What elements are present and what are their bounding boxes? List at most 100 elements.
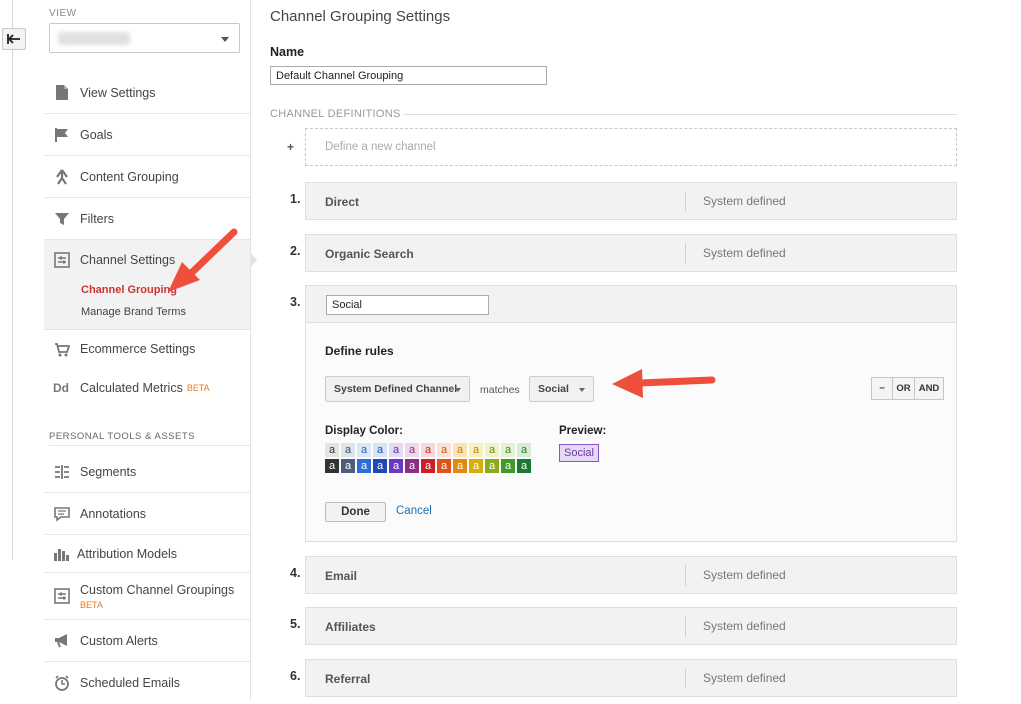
sidebar-item-filters[interactable]: Filters: [44, 198, 250, 240]
and-button[interactable]: AND: [914, 377, 944, 400]
sidebar-item-calculated-metrics[interactable]: Dd Calculated Metrics BETA: [44, 368, 250, 408]
section-divider: [49, 445, 250, 446]
or-button[interactable]: OR: [892, 377, 915, 400]
person-walk-icon: [44, 156, 80, 198]
channel-row-affiliates[interactable]: Affiliates System defined: [305, 607, 957, 645]
color-swatch[interactable]: a: [453, 443, 467, 457]
active-pointer: [250, 252, 257, 268]
color-swatch[interactable]: a: [341, 443, 355, 457]
left-rail-divider: [12, 0, 13, 560]
color-swatch[interactable]: a: [421, 459, 435, 473]
sidebar-item-segments[interactable]: Segments: [44, 451, 250, 493]
channel-editor-header: [306, 286, 956, 323]
chevron-down-icon: [455, 388, 461, 392]
color-swatch[interactable]: a: [421, 443, 435, 457]
megaphone-icon: [44, 620, 80, 662]
color-swatch[interactable]: a: [469, 443, 483, 457]
custom-channel-text: Custom Channel Groupings BETA: [80, 583, 234, 610]
channel-status: System defined: [703, 671, 786, 685]
channel-row-email[interactable]: Email System defined: [305, 556, 957, 594]
color-swatch[interactable]: a: [357, 443, 371, 457]
channel-name-input[interactable]: [326, 295, 489, 315]
color-swatch[interactable]: a: [325, 459, 339, 473]
color-swatch[interactable]: a: [469, 459, 483, 473]
back-button[interactable]: [2, 28, 26, 50]
color-swatch[interactable]: a: [517, 443, 531, 457]
flag-icon: [44, 114, 80, 156]
sidebar-item-label: Content Grouping: [80, 169, 179, 184]
channel-row-direct[interactable]: Direct System defined: [305, 182, 957, 220]
sidebar-item-content-grouping[interactable]: Content Grouping: [44, 156, 250, 198]
sidebar-item-scheduled-emails[interactable]: Scheduled Emails: [44, 662, 250, 704]
dimension-dropdown[interactable]: System Defined Channel: [325, 376, 470, 402]
channel-status: System defined: [703, 246, 786, 260]
color-swatch[interactable]: a: [405, 443, 419, 457]
remove-rule-button[interactable]: −: [871, 377, 893, 400]
sidebar-item-label: Ecommerce Settings: [80, 342, 196, 356]
sidebar-item-view-settings[interactable]: View Settings: [44, 72, 250, 114]
view-name-redacted: [58, 32, 130, 45]
color-swatch-grid: aaaaaaaaaaaaaaaaaaaaaaaaaa: [325, 443, 531, 473]
color-swatch[interactable]: a: [325, 443, 339, 457]
sidebar-item-goals[interactable]: Goals: [44, 114, 250, 156]
channel-row-organic-search[interactable]: Organic Search System defined: [305, 234, 957, 272]
display-color-label: Display Color:: [325, 425, 403, 437]
row-divider: [685, 565, 686, 586]
row-divider: [685, 191, 686, 212]
define-new-channel-button[interactable]: Define a new channel: [305, 128, 957, 166]
color-swatch[interactable]: a: [405, 459, 419, 473]
channel-number: 5.: [290, 617, 301, 631]
annotation-icon: [44, 493, 80, 535]
done-button[interactable]: Done: [325, 502, 386, 522]
color-swatch[interactable]: a: [501, 443, 515, 457]
back-arrow-icon: [7, 34, 20, 44]
color-swatch[interactable]: a: [389, 459, 403, 473]
sidebar-item-label: Scheduled Emails: [80, 676, 181, 690]
sidebar-item-label: Channel Settings: [80, 253, 176, 267]
sidebar-item-label: Custom Alerts: [80, 633, 158, 648]
color-swatch[interactable]: a: [485, 459, 499, 473]
sidebar-item-label: Segments: [80, 464, 137, 479]
color-swatch[interactable]: a: [501, 459, 515, 473]
section-personal-tools: PERSONAL TOOLS & ASSETS: [49, 431, 250, 446]
color-swatch[interactable]: a: [485, 443, 499, 457]
grouping-name-input[interactable]: [270, 66, 547, 85]
funnel-icon: [44, 198, 80, 240]
page-title: Channel Grouping Settings: [270, 8, 451, 25]
view-select[interactable]: [49, 23, 240, 53]
color-swatch[interactable]: a: [437, 459, 451, 473]
sidebar-item-label: Goals: [80, 127, 113, 142]
sidebar-item-channel-settings[interactable]: Channel Settings: [44, 240, 250, 280]
color-swatch[interactable]: a: [373, 443, 387, 457]
sidebar-item-custom-alerts[interactable]: Custom Alerts: [44, 620, 250, 662]
cancel-link[interactable]: Cancel: [396, 505, 432, 517]
sidebar-item-label: Calculated Metrics: [80, 381, 183, 395]
name-label: Name: [270, 45, 305, 59]
color-swatch[interactable]: a: [357, 459, 371, 473]
color-swatch[interactable]: a: [373, 459, 387, 473]
view-label: VIEW: [49, 8, 77, 19]
sidebar-subitem-manage-brand-terms[interactable]: Manage Brand Terms: [81, 306, 186, 318]
sidebar-item-channel-settings-group: Channel Settings Channel Grouping Manage…: [44, 240, 250, 330]
color-swatch[interactable]: a: [437, 443, 451, 457]
rule-value-dropdown[interactable]: Social: [529, 376, 594, 402]
color-swatch[interactable]: a: [341, 459, 355, 473]
color-swatch[interactable]: a: [517, 459, 531, 473]
channel-row-referral[interactable]: Referral System defined: [305, 659, 957, 697]
definitions-divider: [404, 114, 957, 115]
bar-chart-icon: [44, 535, 77, 573]
chevron-down-icon: [579, 388, 585, 392]
row-divider: [685, 243, 686, 264]
color-swatch[interactable]: a: [389, 443, 403, 457]
sidebar-item-custom-channel-groupings[interactable]: Custom Channel Groupings BETA: [44, 573, 250, 620]
plus-icon[interactable]: +: [287, 140, 294, 154]
sidebar-item-annotations[interactable]: Annotations: [44, 493, 250, 535]
sidebar-item-attribution-models[interactable]: Attribution Models: [44, 535, 250, 573]
define-new-channel-label: Define a new channel: [325, 141, 436, 153]
sidebar-item-label: Custom Channel Groupings: [80, 582, 235, 597]
row-divider: [685, 668, 686, 689]
sidebar-item-ecommerce-settings[interactable]: Ecommerce Settings: [44, 330, 250, 368]
channel-definitions-label: CHANNEL DEFINITIONS: [270, 108, 401, 120]
color-swatch[interactable]: a: [453, 459, 467, 473]
sidebar-subitem-channel-grouping[interactable]: Channel Grouping: [81, 284, 177, 296]
